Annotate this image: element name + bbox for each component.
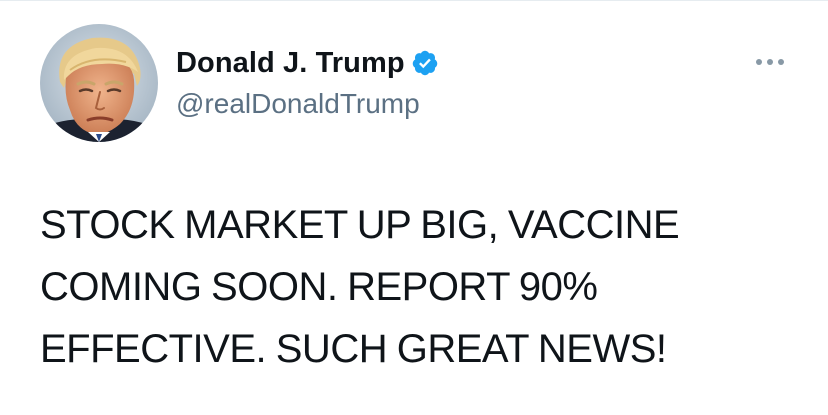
more-options-button[interactable]: [752, 50, 788, 74]
verified-badge-icon: [411, 49, 439, 77]
profile-photo-avatar: [40, 24, 158, 142]
author-handle[interactable]: @realDonaldTrump: [176, 86, 420, 122]
avatar[interactable]: [40, 24, 158, 142]
tweet-text: STOCK MARKET UP BIG, VACCINE COMING SOON…: [40, 203, 680, 371]
top-divider: [0, 0, 828, 1]
tweet-card: Donald J. Trump @realDonaldTrump STOCK M…: [0, 0, 828, 415]
author-name-row: Donald J. Trump: [176, 44, 439, 82]
more-options-ellipsis-icon: [756, 59, 784, 65]
display-name[interactable]: Donald J. Trump: [176, 44, 405, 82]
